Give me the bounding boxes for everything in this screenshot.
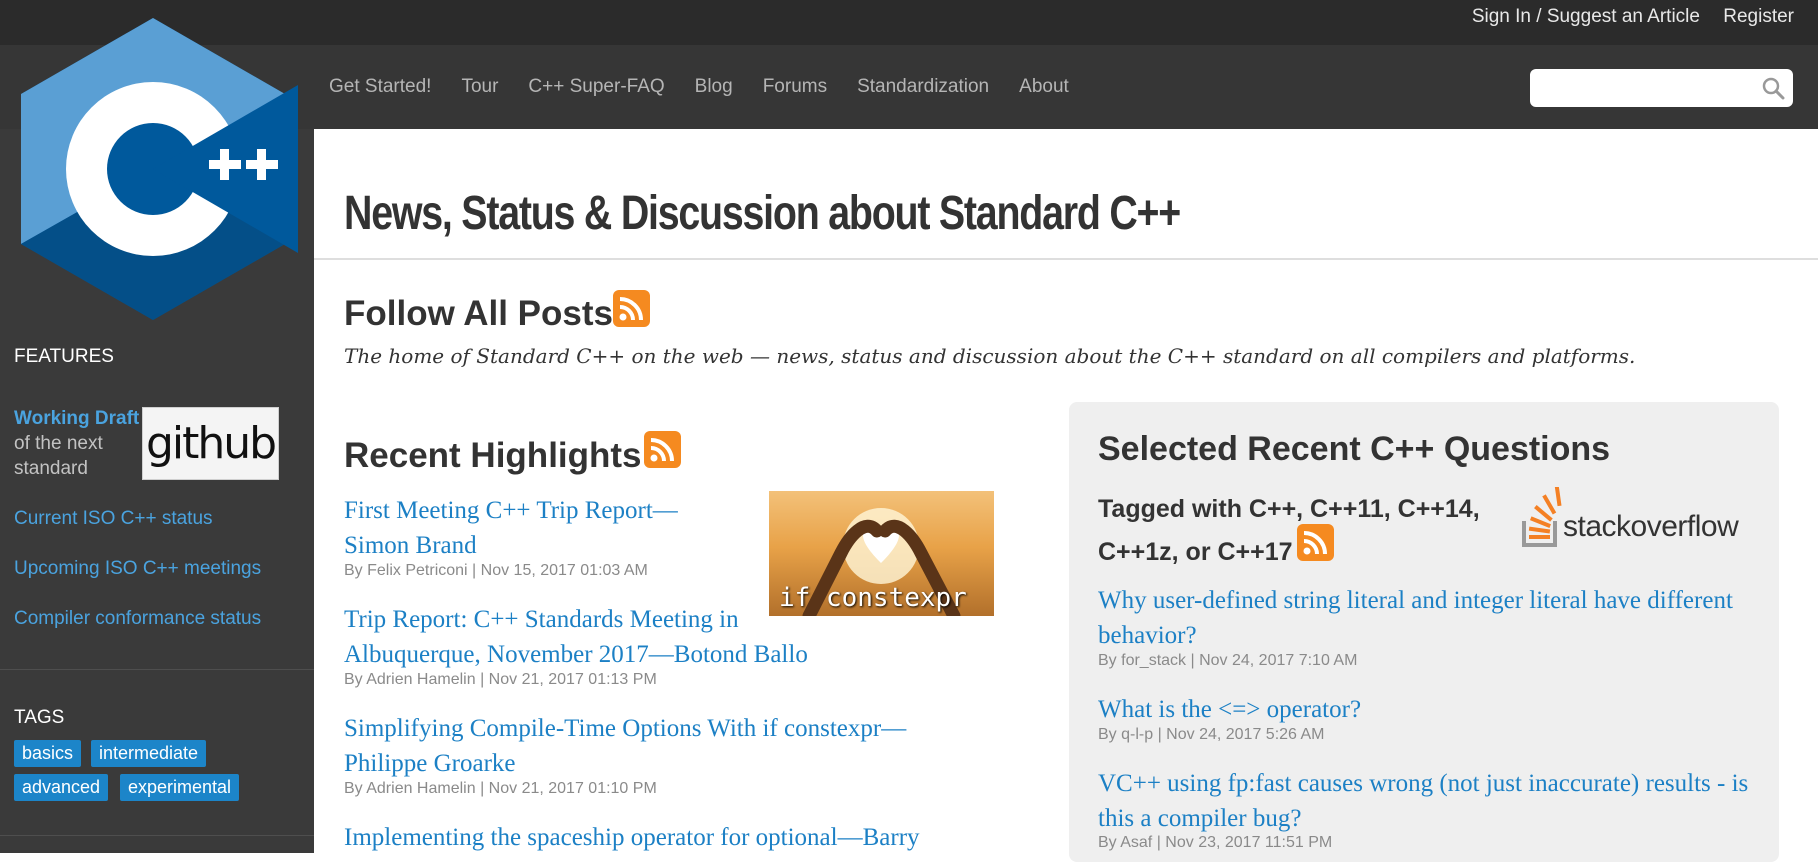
github-logo[interactable]: github xyxy=(142,407,279,480)
conformance-status-link[interactable]: Compiler conformance status xyxy=(14,608,261,630)
iso-meetings-link[interactable]: Upcoming ISO C++ meetings xyxy=(14,558,261,580)
question-title-2[interactable]: What is the <=> operator? xyxy=(1098,692,1738,727)
question-meta-2: By q-l-p | Nov 24, 2017 5:26 AM xyxy=(1098,726,1325,743)
post-thumbnail[interactable]: if constexpr xyxy=(769,491,994,616)
follow-heading: Follow All Posts xyxy=(344,294,613,333)
question-meta-1: By for_stack | Nov 24, 2017 7:10 AM xyxy=(1098,652,1358,669)
nav-about[interactable]: About xyxy=(1019,76,1069,98)
post-meta-2: By Adrien Hamelin | Nov 21, 2017 01:13 P… xyxy=(344,671,657,688)
stackoverflow-icon xyxy=(1522,484,1562,547)
post-title-1[interactable]: First Meeting C++ Trip Report—Simon Bran… xyxy=(344,493,704,563)
nav-forums[interactable]: Forums xyxy=(763,76,827,98)
stackoverflow-logo[interactable]: stackoverflow xyxy=(1521,484,1746,549)
sidebar-divider xyxy=(0,669,314,670)
sidebar-divider-bottom xyxy=(0,835,314,836)
cpp-logo[interactable] xyxy=(8,14,298,324)
question-meta-3: By Asaf | Nov 23, 2017 11:51 PM xyxy=(1098,834,1333,851)
nav-get-started[interactable]: Get Started! xyxy=(329,76,431,98)
search-icon[interactable] xyxy=(1761,76,1785,100)
title-divider xyxy=(314,258,1818,260)
working-draft-bold: Working Draft xyxy=(14,408,140,429)
nav-super-faq[interactable]: C++ Super-FAQ xyxy=(528,76,664,98)
question-title-1[interactable]: Why user-defined string literal and inte… xyxy=(1098,583,1738,653)
post-title-2[interactable]: Trip Report: C++ Standards Meeting in Al… xyxy=(344,602,864,672)
main-nav: Get Started! Tour C++ Super-FAQ Blog For… xyxy=(329,45,1069,129)
features-heading: FEATURES xyxy=(14,346,114,367)
nav-tour[interactable]: Tour xyxy=(461,76,498,98)
page-title: News, Status & Discussion about Standard… xyxy=(344,187,1181,240)
stackoverflow-wordmark: stackoverflow xyxy=(1563,510,1739,543)
register-link[interactable]: Register xyxy=(1723,6,1794,27)
recent-highlights-heading: Recent Highlights xyxy=(344,436,642,475)
nav-blog[interactable]: Blog xyxy=(695,76,733,98)
post-meta-1: By Felix Petriconi | Nov 15, 2017 01:03 … xyxy=(344,562,648,579)
highlights-rss-icon[interactable] xyxy=(644,431,681,468)
search-box xyxy=(1530,69,1793,107)
tag-basics[interactable]: basics xyxy=(14,740,82,767)
tag-intermediate[interactable]: intermediate xyxy=(91,740,207,767)
search-input[interactable] xyxy=(1540,73,1754,103)
tag-experimental[interactable]: experimental xyxy=(120,774,240,801)
post-title-4[interactable]: Implementing the spaceship operator for … xyxy=(344,820,1034,855)
iso-status-link[interactable]: Current ISO C++ status xyxy=(14,508,213,530)
tags-heading: TAGS xyxy=(14,707,65,728)
post-meta-3: By Adrien Hamelin | Nov 21, 2017 01:10 P… xyxy=(344,780,657,797)
working-draft-link[interactable]: Working Draft of the next standard xyxy=(14,406,149,481)
questions-panel: Selected Recent C++ Questions Tagged wit… xyxy=(1069,402,1779,862)
sign-in-link[interactable]: Sign In / Suggest an Article xyxy=(1472,6,1700,27)
post-title-3[interactable]: Simplifying Compile-Time Options With if… xyxy=(344,711,984,781)
question-title-3[interactable]: VC++ using fp:fast causes wrong (not jus… xyxy=(1098,766,1778,836)
site-tagline: The home of Standard C++ on the web — ne… xyxy=(344,344,1636,368)
questions-heading: Selected Recent C++ Questions xyxy=(1098,430,1611,468)
questions-rss-icon[interactable] xyxy=(1297,524,1334,561)
nav-standardization[interactable]: Standardization xyxy=(857,76,989,98)
rss-icon[interactable] xyxy=(613,290,650,327)
account-links: Sign In / Suggest an Article Register xyxy=(1472,0,1794,34)
github-label: github xyxy=(145,418,277,469)
working-draft-rest: of the next standard xyxy=(14,433,103,479)
tag-advanced[interactable]: advanced xyxy=(14,774,109,801)
